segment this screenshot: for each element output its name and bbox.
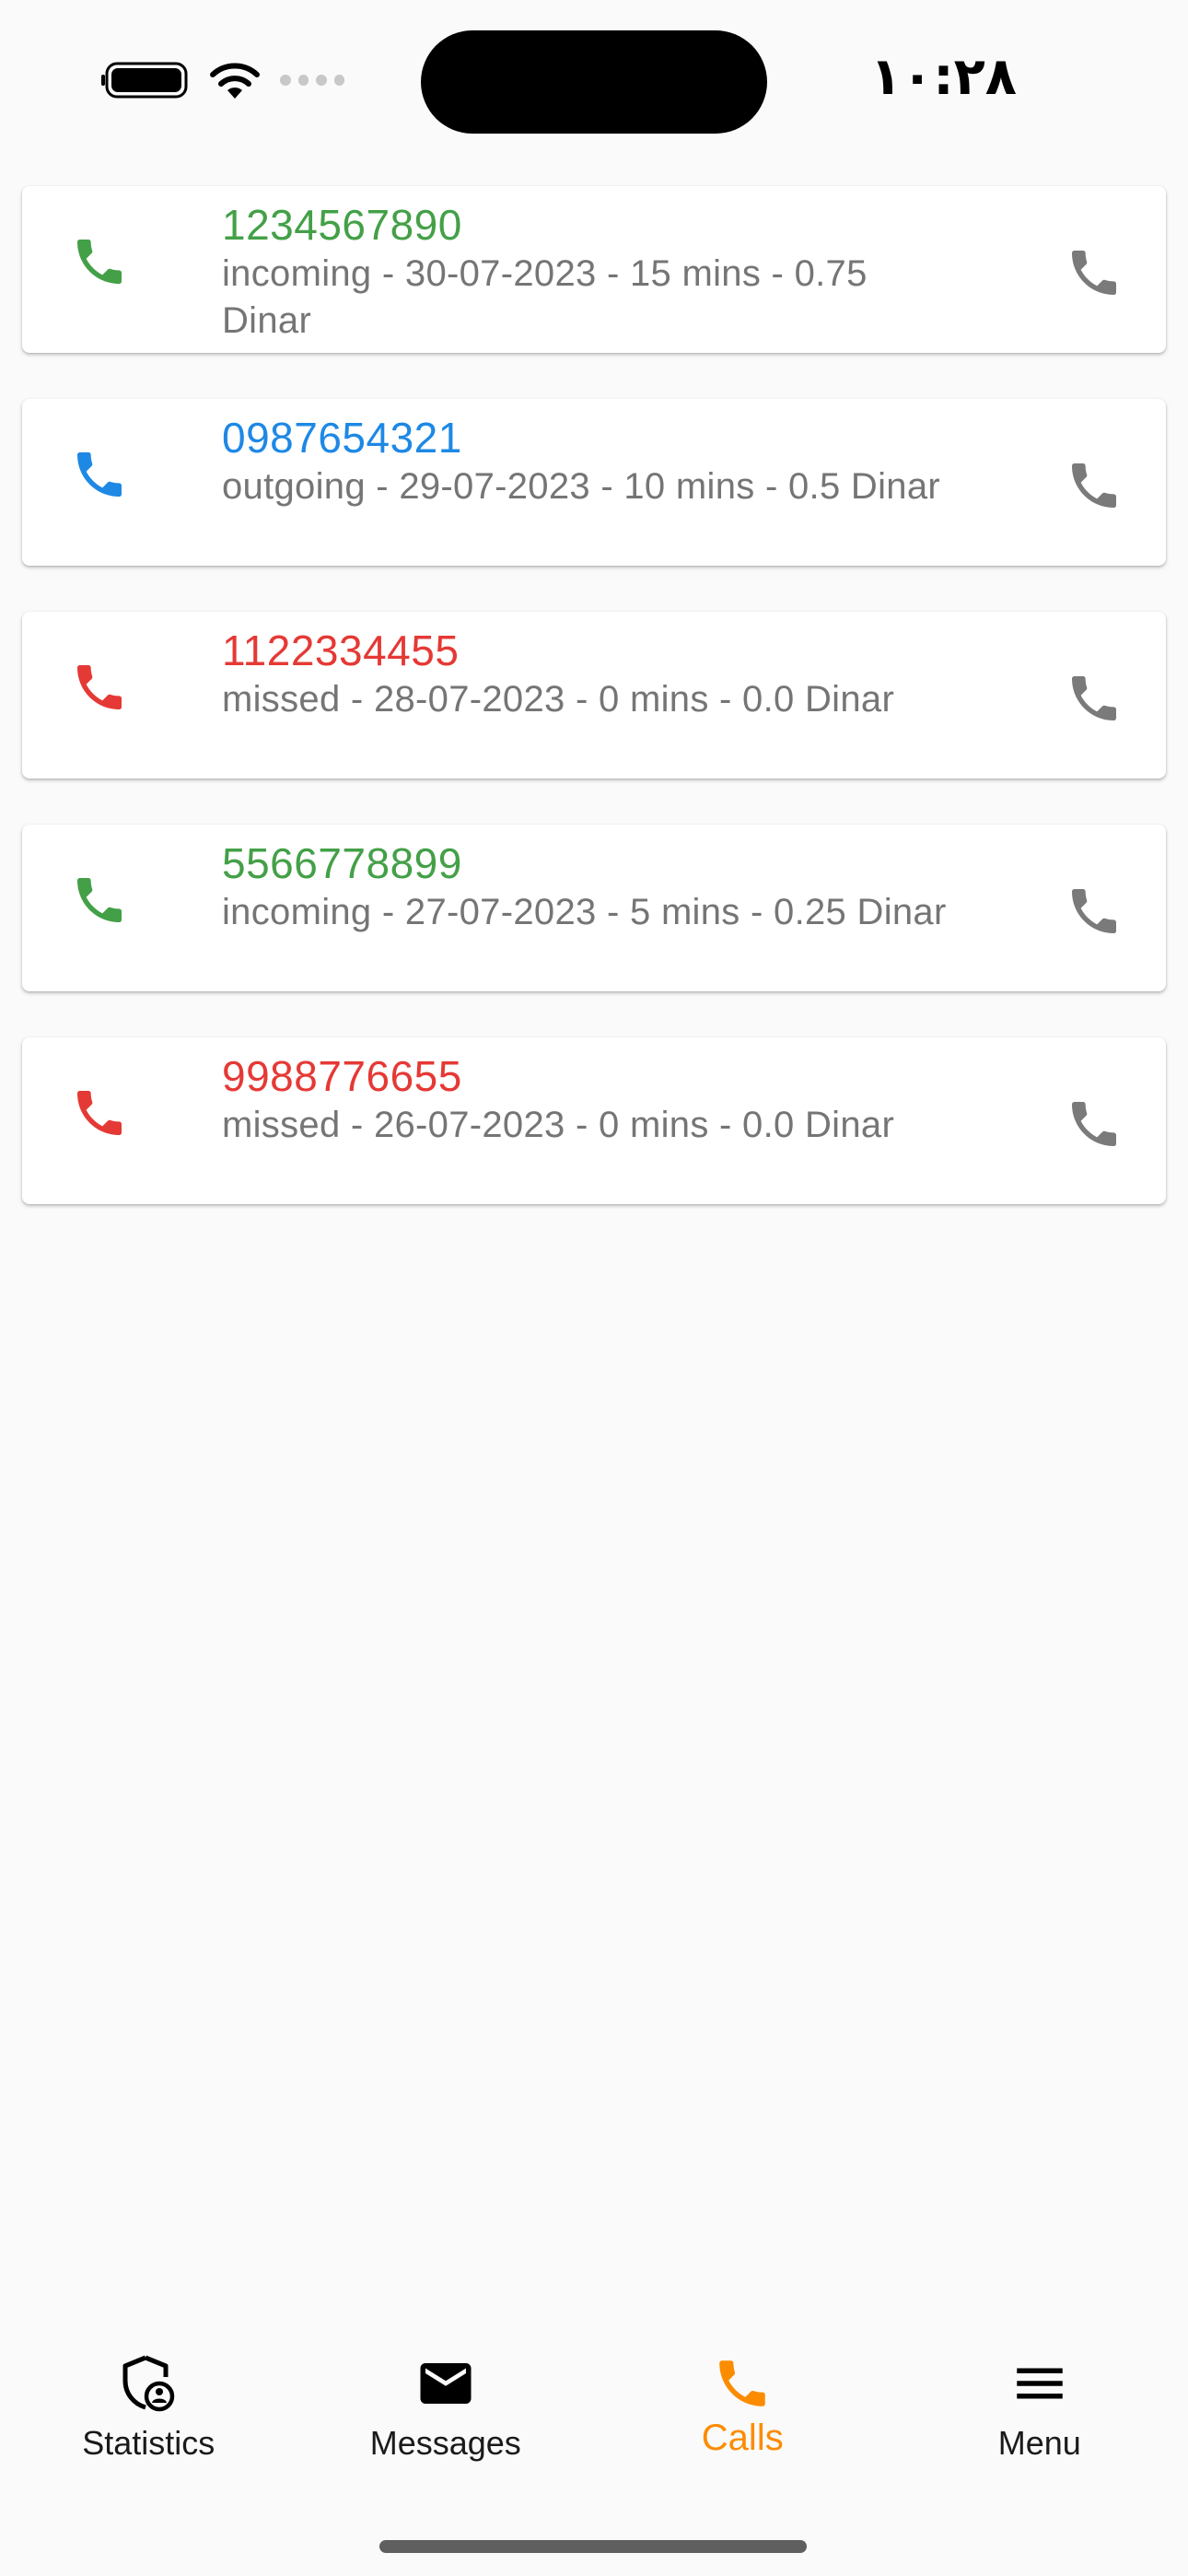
call-back-button[interactable] [1055, 447, 1133, 524]
call-type-phone-icon [77, 878, 122, 922]
nav-label: Statistics [82, 2424, 215, 2462]
battery-icon [101, 62, 188, 99]
call-back-button[interactable] [1055, 1085, 1133, 1163]
call-info: 1122334455 missed - 28-07-2023 - 0 mins … [222, 625, 959, 723]
status-time: ١٠:٢٨ [869, 47, 1017, 107]
call-details: missed - 26-07-2023 - 0 mins - 0.0 Dinar [222, 1105, 895, 1145]
call-back-button[interactable] [1055, 660, 1133, 737]
call-details: incoming - 30-07-2023 - 15 mins - 0.75 D… [222, 253, 868, 341]
menu-icon [1017, 2368, 1063, 2399]
call-type-phone-icon [77, 240, 122, 284]
phone-icon [1072, 251, 1116, 295]
signal-icon [280, 74, 344, 87]
call-type-phone-icon [77, 665, 122, 709]
home-indicator [379, 2540, 807, 2553]
phone-icon [1072, 676, 1116, 720]
call-type-phone-icon [77, 452, 122, 497]
call-card[interactable]: 0987654321 outgoing - 29-07-2023 - 10 mi… [22, 399, 1166, 566]
call-number: 0987654321 [222, 414, 462, 462]
phone-icon [1072, 463, 1116, 508]
call-details: incoming - 27-07-2023 - 5 mins - 0.25 Di… [222, 892, 947, 932]
call-card[interactable]: 9988776655 missed - 26-07-2023 - 0 mins … [22, 1037, 1166, 1204]
phone-icon [719, 2360, 765, 2406]
call-list: 1234567890 incoming - 30-07-2023 - 15 mi… [22, 186, 1166, 1250]
wifi-icon [210, 63, 260, 99]
call-back-button[interactable] [1055, 234, 1133, 311]
phone-icon [1072, 1102, 1116, 1146]
call-details: outgoing - 29-07-2023 - 10 mins - 0.5 Di… [222, 466, 940, 507]
call-number: 1234567890 [222, 201, 462, 249]
nav-item-calls[interactable]: Calls [594, 2331, 891, 2478]
nav-item-menu[interactable]: Menu [891, 2331, 1188, 2478]
nav-label: Menu [997, 2424, 1081, 2462]
nav-item-statistics[interactable]: Statistics [0, 2331, 297, 2478]
status-icons [101, 57, 344, 103]
dynamic-island [421, 30, 767, 134]
status-bar: ١٠:٢٨ [0, 0, 1188, 157]
call-info: 0987654321 outgoing - 29-07-2023 - 10 mi… [222, 412, 959, 510]
call-info: 1234567890 incoming - 30-07-2023 - 15 mi… [222, 199, 959, 345]
shield-user-icon [122, 2355, 175, 2412]
call-details: missed - 28-07-2023 - 0 mins - 0.0 Dinar [222, 679, 895, 720]
screen: ١٠:٢٨ 1234567890 incoming - 30-07-2023 -… [0, 0, 1188, 2576]
call-info: 5566778899 incoming - 27-07-2023 - 5 min… [222, 837, 959, 936]
bottom-nav: Statistics Messages Calls Menu [0, 2331, 1188, 2478]
call-number: 1122334455 [222, 626, 460, 674]
call-number: 5566778899 [222, 839, 462, 887]
mail-icon [420, 2363, 472, 2404]
phone-icon [1072, 889, 1116, 933]
call-type-phone-icon [77, 1091, 122, 1135]
nav-label: Messages [369, 2424, 521, 2462]
nav-item-messages[interactable]: Messages [297, 2331, 595, 2478]
call-info: 9988776655 missed - 26-07-2023 - 0 mins … [222, 1050, 959, 1149]
call-number: 9988776655 [222, 1052, 462, 1100]
nav-label: Calls [701, 2418, 784, 2458]
call-back-button[interactable] [1055, 872, 1133, 950]
call-card[interactable]: 1122334455 missed - 28-07-2023 - 0 mins … [22, 612, 1166, 779]
call-card[interactable]: 5566778899 incoming - 27-07-2023 - 5 min… [22, 825, 1166, 991]
call-card[interactable]: 1234567890 incoming - 30-07-2023 - 15 mi… [22, 186, 1166, 353]
